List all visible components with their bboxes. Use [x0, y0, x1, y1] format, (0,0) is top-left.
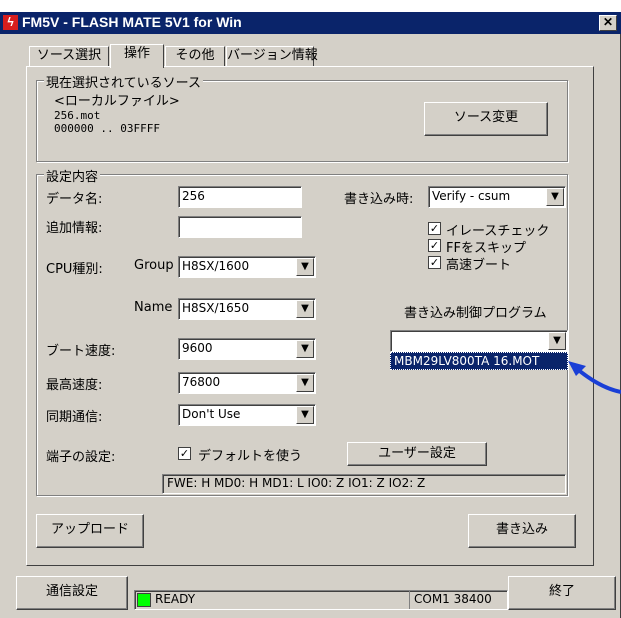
dropdown-option-selected[interactable]: MBM29LV800TA 16.MOT	[390, 352, 568, 370]
max-speed-value: 76800	[182, 375, 221, 389]
close-icon: ✕	[602, 15, 614, 29]
boot-speed-label: ブート速度:	[46, 344, 116, 359]
fast-boot-label: 高速ブート	[446, 258, 512, 273]
sync-comm-value: Don't Use	[182, 407, 241, 421]
source-group-label: 現在選択されているソース	[44, 72, 203, 91]
chevron-down-icon[interactable]: ▼	[548, 332, 566, 350]
boot-speed-select[interactable]: 9600 ▼	[178, 338, 316, 360]
chevron-down-icon[interactable]: ▼	[296, 374, 314, 392]
pin-status-field: FWE: H MD0: H MD1: L IO0: Z IO1: Z IO2: …	[162, 474, 566, 494]
tab-other[interactable]: その他	[165, 46, 225, 66]
write-button[interactable]: 書き込み	[468, 514, 576, 548]
comm-settings-button[interactable]: 通信設定	[16, 576, 128, 610]
extra-info-input[interactable]	[178, 216, 302, 238]
source-line-file: 256.mot	[54, 109, 101, 122]
skip-ff-checkbox[interactable]: ✓	[428, 239, 441, 252]
exit-button[interactable]: 終了	[508, 576, 616, 610]
change-source-button[interactable]: ソース変更	[424, 102, 548, 136]
cpu-group-label: Group	[134, 258, 174, 273]
chevron-down-icon[interactable]: ▼	[296, 406, 314, 424]
source-line-range: 000000 .. 03FFFF	[54, 122, 160, 135]
control-program-select[interactable]: ▼	[390, 330, 568, 352]
extra-info-label: 追加情報:	[46, 221, 103, 236]
source-info: <ローカルファイル> 256.mot 000000 .. 03FFFF	[54, 94, 265, 152]
source-line-type: <ローカルファイル>	[54, 94, 180, 109]
boot-speed-value: 9600	[182, 341, 213, 355]
upload-button[interactable]: アップロード	[36, 514, 144, 548]
window-title: FM5V - FLASH MATE 5V1 for Win	[22, 14, 242, 30]
arrow-annotation-icon	[568, 361, 621, 394]
status-bar: READY COM1 38400	[134, 590, 508, 610]
cpu-type-label: CPU種別:	[46, 262, 103, 277]
max-speed-select[interactable]: 76800 ▼	[178, 372, 316, 394]
user-setting-button[interactable]: ユーザー設定	[347, 442, 487, 466]
settings-group-label: 設定内容	[44, 166, 101, 185]
status-led-icon	[137, 593, 151, 607]
write-mode-select[interactable]: Verify - csum ▼	[428, 186, 566, 208]
write-mode-label: 書き込み時:	[344, 192, 414, 207]
pin-setting-label: 端子の設定:	[46, 450, 116, 465]
chevron-down-icon[interactable]: ▼	[296, 300, 314, 318]
cpu-name-select[interactable]: H8SX/1650 ▼	[178, 298, 316, 320]
tab-operation[interactable]: 操作	[110, 44, 164, 68]
app-lightning-icon: ϟ	[3, 15, 18, 30]
close-button[interactable]: ✕	[599, 15, 617, 31]
control-program-label: 書き込み制御プログラム	[404, 306, 547, 321]
sync-comm-select[interactable]: Don't Use ▼	[178, 404, 316, 426]
write-mode-value: Verify - csum	[432, 189, 511, 203]
status-text: READY	[155, 592, 196, 606]
default-checkbox-label: デフォルトを使う	[198, 449, 303, 464]
cpu-name-value: H8SX/1650	[182, 301, 250, 315]
tab-source-select[interactable]: ソース選択	[29, 46, 109, 66]
sync-comm-label: 同期通信:	[46, 410, 103, 425]
tab-version-info[interactable]: バージョン情報	[226, 46, 318, 66]
chevron-down-icon[interactable]: ▼	[296, 340, 314, 358]
chevron-down-icon[interactable]: ▼	[546, 188, 564, 206]
default-checkbox[interactable]: ✓	[178, 447, 191, 460]
title-bar: ϟ FM5V - FLASH MATE 5V1 for Win ✕	[0, 12, 621, 34]
data-name-input[interactable]: 256	[178, 186, 302, 208]
max-speed-label: 最高速度:	[46, 378, 103, 393]
data-name-label: データ名:	[46, 192, 103, 207]
erase-check-checkbox[interactable]: ✓	[428, 222, 441, 235]
port-status: COM1 38400	[409, 591, 507, 609]
cpu-group-value: H8SX/1600	[182, 259, 250, 273]
cpu-group-select[interactable]: H8SX/1600 ▼	[178, 256, 316, 278]
cpu-name-label: Name	[134, 300, 173, 315]
fast-boot-checkbox[interactable]: ✓	[428, 256, 441, 269]
chevron-down-icon[interactable]: ▼	[296, 258, 314, 276]
